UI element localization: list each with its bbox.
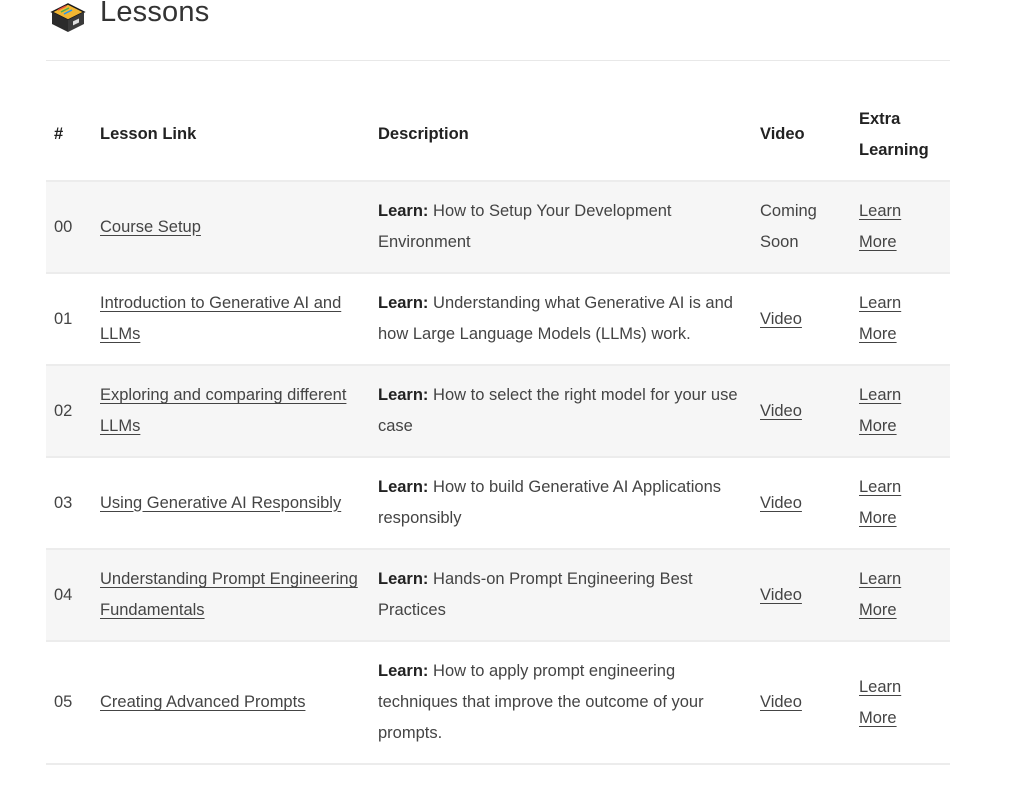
extra-learning-cell: Learn More [851, 641, 950, 765]
lesson-link[interactable]: Understanding Prompt Engineering Fundame… [100, 570, 358, 619]
video-cell: Video [752, 549, 851, 642]
lesson-number: 01 [46, 273, 92, 366]
description-cell: Learn: How to select the right model for… [370, 365, 752, 458]
description-text: How to build Generative AI Applications … [378, 478, 722, 527]
video-cell: Video [752, 457, 851, 550]
column-header-lesson-link: Lesson Link [92, 89, 370, 182]
extra-learning-cell: Learn More [851, 273, 950, 366]
table-row: 04 Understanding Prompt Engineering Fund… [46, 549, 950, 642]
video-link[interactable]: Video [760, 586, 802, 604]
description-text: Understanding what Generative AI is and … [378, 294, 733, 343]
section-header: Lessons [46, 0, 950, 61]
extra-header-line1: Extra [859, 109, 901, 128]
table-row: 00 Course Setup Learn: How to Setup Your… [46, 181, 950, 274]
lesson-cell: Creating Advanced Prompts [92, 641, 370, 765]
description-cell: Learn: How to build Generative AI Applic… [370, 457, 752, 550]
learn-more-link[interactable]: Learn More [859, 678, 901, 727]
table-header-row: # Lesson Link Description Video Extra Le… [46, 89, 950, 182]
video-link[interactable]: Video [760, 402, 802, 420]
description-cell: Learn: How to Setup Your Development Env… [370, 181, 752, 274]
description-label: Learn: [378, 662, 429, 680]
lesson-number: 03 [46, 457, 92, 550]
learn-more-link[interactable]: Learn More [859, 386, 901, 435]
video-cell: Video [752, 273, 851, 366]
description-label: Learn: [378, 386, 429, 404]
video-link[interactable]: Video [760, 310, 802, 328]
lesson-number: 02 [46, 365, 92, 458]
table-row: 01 Introduction to Generative AI and LLM… [46, 273, 950, 366]
video-status: Coming Soon [760, 202, 817, 251]
video-link[interactable]: Video [760, 494, 802, 512]
lesson-link[interactable]: Creating Advanced Prompts [100, 693, 305, 711]
description-cell: Learn: How to apply prompt engineering t… [370, 641, 752, 765]
lessons-section: Lessons # Lesson Link Description Video … [46, 0, 950, 765]
description-label: Learn: [378, 202, 429, 220]
column-header-video: Video [752, 89, 851, 182]
lesson-link[interactable]: Introduction to Generative AI and LLMs [100, 294, 341, 343]
column-header-description: Description [370, 89, 752, 182]
page-title: Lessons [100, 0, 210, 28]
video-cell: Video [752, 641, 851, 765]
card-file-box-icon [50, 3, 86, 32]
lesson-number: 04 [46, 549, 92, 642]
column-header-extra-learning: Extra Learning [851, 89, 950, 182]
description-cell: Learn: Understanding what Generative AI … [370, 273, 752, 366]
column-header-number: # [46, 89, 92, 182]
lessons-table: # Lesson Link Description Video Extra Le… [46, 89, 950, 765]
table-row: 03 Using Generative AI Responsibly Learn… [46, 457, 950, 550]
learn-more-link[interactable]: Learn More [859, 478, 901, 527]
lesson-cell: Introduction to Generative AI and LLMs [92, 273, 370, 366]
description-label: Learn: [378, 294, 429, 312]
lesson-cell: Using Generative AI Responsibly [92, 457, 370, 550]
description-label: Learn: [378, 478, 429, 496]
lesson-cell: Exploring and comparing different LLMs [92, 365, 370, 458]
lesson-link[interactable]: Using Generative AI Responsibly [100, 494, 341, 512]
table-row: 05 Creating Advanced Prompts Learn: How … [46, 641, 950, 765]
extra-learning-cell: Learn More [851, 549, 950, 642]
description-cell: Learn: Hands-on Prompt Engineering Best … [370, 549, 752, 642]
table-row: 02 Exploring and comparing different LLM… [46, 365, 950, 458]
learn-more-link[interactable]: Learn More [859, 294, 901, 343]
lesson-link[interactable]: Exploring and comparing different LLMs [100, 386, 346, 435]
learn-more-link[interactable]: Learn More [859, 202, 901, 251]
extra-learning-cell: Learn More [851, 457, 950, 550]
description-text: How to select the right model for your u… [378, 386, 738, 435]
lesson-cell: Understanding Prompt Engineering Fundame… [92, 549, 370, 642]
description-label: Learn: [378, 570, 429, 588]
extra-learning-cell: Learn More [851, 365, 950, 458]
lesson-number: 05 [46, 641, 92, 765]
extra-learning-cell: Learn More [851, 181, 950, 274]
video-cell: Video [752, 365, 851, 458]
learn-more-link[interactable]: Learn More [859, 570, 901, 619]
lesson-cell: Course Setup [92, 181, 370, 274]
video-cell: Coming Soon [752, 181, 851, 274]
video-link[interactable]: Video [760, 693, 802, 711]
extra-header-line2: Learning [859, 140, 929, 159]
lesson-number: 00 [46, 181, 92, 274]
lesson-link[interactable]: Course Setup [100, 218, 201, 236]
